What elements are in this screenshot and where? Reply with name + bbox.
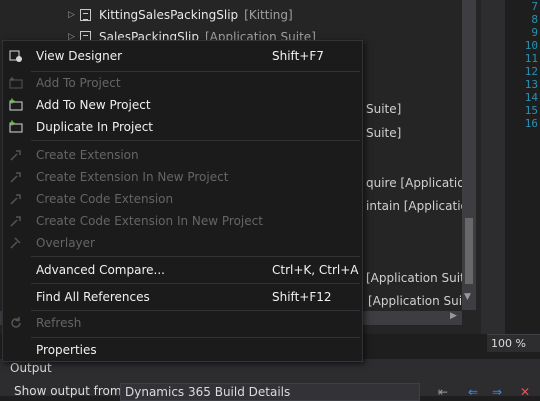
tree-item-partial[interactable]: intain [Applicatio [366,197,468,215]
menu-item-refresh[interactable]: Refresh [3,312,362,334]
create-extension-icon [10,150,21,161]
menu-item-label: Refresh [36,316,82,330]
output-toolbar: Show output from: Dynamics 365 Build Det… [0,377,540,401]
menu-item-label: Create Extension In New Project [36,170,229,184]
overlayer-icon [10,237,21,249]
menu-separator [31,310,360,311]
view-designer-icon [9,50,22,62]
menu-item-create-extension-in-new-project[interactable]: Create Extension In New Project [3,166,362,188]
line-number: 12 [524,65,538,78]
create-code-extension-icon [10,194,21,205]
menu-item-duplicate-in-project[interactable]: Duplicate In Project [3,116,362,138]
menu-item-create-code-extension[interactable]: Create Code Extension [3,188,362,210]
report-icon [80,9,91,21]
add-to-new-project-icon [9,98,23,111]
menu-item-label: Overlayer [36,236,95,250]
menu-item-find-all-references[interactable]: Find All References Shift+F12 [3,286,362,308]
scroll-down-arrow-icon[interactable]: ▼ [464,292,471,302]
clear-all-icon[interactable]: ✕ [520,385,530,399]
menu-item-properties[interactable]: Properties [3,339,362,361]
menu-item-shortcut: Shift+F12 [272,290,332,304]
menu-item-create-code-extension-in-new-project[interactable]: Create Code Extension In New Project [3,210,362,232]
line-number: 15 [524,104,538,117]
expand-arrow-icon[interactable]: ▷ [68,4,75,26]
previous-message-icon[interactable]: ⇐ [468,385,478,399]
menu-item-label: Duplicate In Project [36,120,153,134]
menu-separator [31,256,360,257]
tree-item-partial[interactable]: [Application Suite] [366,269,477,287]
line-number: 8 [531,13,538,26]
zoom-level[interactable]: 100 % [487,334,540,352]
vertical-scrollbar[interactable]: ▼ [462,0,476,310]
find-message-icon[interactable]: ⇤ [438,385,448,399]
menu-item-label: Add To Project [36,76,121,90]
menu-separator [31,283,360,284]
add-to-project-icon [9,77,23,89]
next-message-icon[interactable]: ⇒ [492,385,502,399]
menu-item-label: Create Code Extension In New Project [36,214,263,228]
menu-item-label: Properties [36,343,97,357]
line-number: 11 [524,52,538,65]
menu-item-shortcut: Ctrl+K, Ctrl+A [272,263,359,277]
menu-item-label: Advanced Compare... [36,263,165,277]
tree-item-partial[interactable]: Suite] [366,124,401,142]
tree-item-name: KittingSalesPackingSlip [99,8,239,22]
menu-item-label: Find All References [36,290,150,304]
menu-item-add-to-project[interactable]: Add To Project [3,72,362,94]
line-number: 9 [531,26,538,39]
tree-item-partial[interactable]: [Application Suite [368,292,474,310]
output-source-dropdown[interactable]: Dynamics 365 Build Details [120,383,420,401]
duplicate-in-project-icon [9,120,23,133]
editor-margin [481,0,505,334]
menu-item-label: Add To New Project [36,98,151,112]
menu-item-overlayer[interactable]: Overlayer [3,232,362,254]
tree-item-partial[interactable]: quire [Application [366,174,472,192]
refresh-icon [11,317,21,328]
scroll-right-arrow-icon[interactable]: ▶ [450,311,457,321]
menu-item-advanced-compare[interactable]: Advanced Compare... Ctrl+K, Ctrl+A [3,259,362,281]
line-number: 14 [524,91,538,104]
menu-separator [31,337,360,338]
scrollbar-thumb[interactable] [465,218,473,284]
menu-item-label: Create Extension [36,148,139,162]
code-editor[interactable]: 7 8 9 10 11 12 13 14 15 16 [481,0,540,334]
menu-item-view-designer[interactable]: View Designer Shift+F7 [3,45,362,67]
create-code-extension-new-project-icon [10,216,21,227]
menu-item-create-extension[interactable]: Create Extension [3,144,362,166]
tree-item-model: [Kitting] [244,8,293,22]
line-number: 13 [524,78,538,91]
menu-separator [31,140,360,141]
menu-item-label: View Designer [36,49,123,63]
line-number: 16 [524,117,538,130]
create-extension-new-project-icon [10,172,21,183]
menu-item-label: Create Code Extension [36,192,174,206]
menu-item-shortcut: Shift+F7 [272,49,324,63]
line-number: 10 [524,39,538,52]
menu-item-add-to-new-project[interactable]: Add To New Project [3,94,362,116]
tree-item-partial[interactable]: Suite] [366,100,401,118]
line-number: 7 [531,0,538,13]
context-menu: View Designer Shift+F7 Add To Project Ad… [2,40,363,362]
